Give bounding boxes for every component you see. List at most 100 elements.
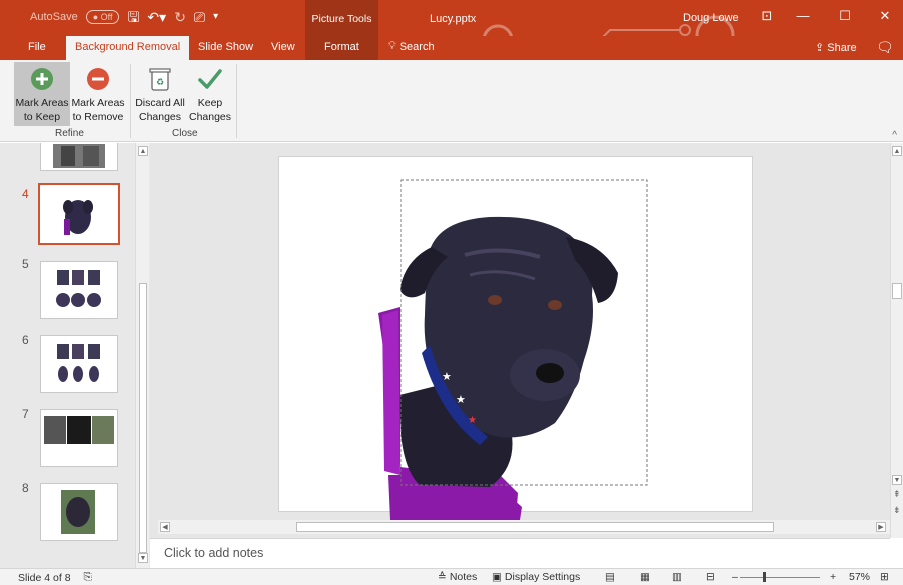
undo-icon[interactable]: ↶▾ bbox=[147, 10, 166, 24]
scroll-thumb[interactable] bbox=[296, 522, 774, 532]
mark-remove-line1: Mark Areas bbox=[71, 97, 125, 109]
scroll-thumb[interactable] bbox=[139, 283, 147, 553]
notes-pane[interactable]: Click to add notes bbox=[150, 538, 890, 568]
keep-line1: Keep bbox=[197, 97, 223, 109]
customize-toolbar-icon[interactable]: ▾ bbox=[213, 10, 218, 24]
slide-thumbnail-4[interactable] bbox=[38, 183, 120, 245]
previous-slide-icon[interactable]: ⇞ bbox=[893, 489, 901, 500]
notes-placeholder: Click to add notes bbox=[164, 546, 264, 560]
discard-line2: Changes bbox=[138, 111, 182, 123]
scroll-down-icon[interactable]: ▼ bbox=[892, 475, 902, 485]
slide-thumbnail-3[interactable] bbox=[40, 143, 118, 171]
next-slide-icon[interactable]: ⇟ bbox=[893, 505, 901, 516]
slide-number-5: 5 bbox=[22, 257, 29, 271]
scroll-down-icon[interactable]: ▼ bbox=[138, 553, 148, 563]
notes-label: Notes bbox=[449, 571, 478, 583]
slide-thumbnail-5[interactable] bbox=[40, 261, 118, 319]
slide-thumbnail-7[interactable] bbox=[40, 409, 118, 467]
start-from-beginning-icon[interactable]: ⎚ bbox=[194, 10, 205, 24]
ribbon-tabs: File Background Removal Slide Show View … bbox=[0, 36, 903, 60]
lightbulb-icon: 💡︎ bbox=[388, 40, 396, 52]
horizontal-scrollbar[interactable]: ◀ ▶ bbox=[158, 520, 890, 534]
scroll-up-icon[interactable]: ▲ bbox=[892, 146, 902, 156]
tab-view[interactable]: View bbox=[271, 41, 295, 53]
status-bar: Slide 4 of 8 ⎘ ≙ Notes ▣ Display Setting… bbox=[0, 568, 903, 585]
discard-all-changes-button[interactable]: ♻ Discard All Changes bbox=[134, 62, 186, 126]
reading-view-icon[interactable]: ▥ bbox=[672, 571, 682, 583]
autosave-toggle[interactable]: ● Off bbox=[85, 10, 120, 24]
slide-thumbnail-pane: 4 5 6 7 8 bbox=[0, 143, 150, 568]
tab-background-removal[interactable]: Background Removal bbox=[66, 36, 190, 60]
maximize-icon[interactable]: ☐ bbox=[830, 8, 860, 24]
slide-sorter-icon[interactable]: ▦ bbox=[640, 571, 650, 583]
normal-view-icon[interactable]: ▤ bbox=[605, 571, 615, 583]
zoom-slider-thumb[interactable] bbox=[763, 572, 766, 582]
mark-remove-line2: to Remove bbox=[72, 111, 124, 123]
recycle-bin-icon: ♻ bbox=[134, 62, 186, 96]
checkmark-icon bbox=[186, 62, 234, 96]
vertical-scrollbar[interactable]: ▲ ▼ ⇞ ⇟ bbox=[890, 143, 903, 538]
notes-button[interactable]: ≙ Notes bbox=[438, 571, 477, 583]
slide-thumbnail-8[interactable] bbox=[40, 483, 118, 541]
plus-icon bbox=[14, 62, 70, 96]
slide-thumbnail-6[interactable] bbox=[40, 335, 118, 393]
search-box[interactable]: 💡︎ Search bbox=[388, 40, 435, 53]
scroll-up-icon[interactable]: ▲ bbox=[138, 146, 148, 156]
tab-format[interactable]: Format bbox=[324, 41, 359, 53]
share-icon: ⇪ bbox=[815, 42, 825, 54]
close-icon[interactable]: ✕ bbox=[870, 8, 900, 24]
scroll-thumb[interactable] bbox=[892, 283, 902, 299]
comments-icon[interactable]: 🗨︎ bbox=[876, 39, 894, 56]
mark-keep-line1: Mark Areas bbox=[15, 97, 69, 109]
ribbon-display-options-icon[interactable]: ⊡ bbox=[752, 8, 782, 24]
slide-counter: Slide 4 of 8 bbox=[18, 571, 71, 584]
tab-slide-show[interactable]: Slide Show bbox=[198, 41, 253, 53]
scroll-left-icon[interactable]: ◀ bbox=[160, 522, 170, 532]
zoom-level[interactable]: 57% bbox=[849, 571, 870, 583]
svg-text:★: ★ bbox=[468, 415, 477, 426]
accessibility-icon[interactable]: ⎘ bbox=[84, 571, 92, 584]
scroll-right-icon[interactable]: ▶ bbox=[876, 522, 886, 532]
share-label: Share bbox=[827, 42, 857, 54]
title-bar: AutoSave ● Off 🖫 ↶▾ ↻ ⎚ ▾ Picture Tools … bbox=[0, 0, 903, 56]
slide-number-6: 6 bbox=[22, 333, 29, 347]
autosave-state: Off bbox=[100, 12, 113, 22]
keep-line2: Changes bbox=[188, 111, 232, 123]
display-settings-label: Display Settings bbox=[504, 571, 581, 583]
mark-keep-line2: to Keep bbox=[23, 111, 61, 123]
mark-areas-to-keep-button[interactable]: Mark Areas to Keep bbox=[14, 62, 70, 126]
zoom-in-button[interactable]: + bbox=[830, 571, 836, 583]
tab-file[interactable]: File bbox=[28, 41, 46, 53]
search-label: Search bbox=[399, 40, 435, 53]
discard-line1: Discard All bbox=[135, 97, 185, 109]
keep-changes-button[interactable]: Keep Changes bbox=[186, 62, 234, 126]
document-title: Lucy.pptx bbox=[430, 13, 477, 25]
slideshow-icon[interactable]: ⊟ bbox=[706, 571, 715, 583]
group-separator bbox=[236, 64, 237, 138]
zoom-slider[interactable] bbox=[740, 577, 820, 578]
svg-text:♻: ♻ bbox=[156, 78, 164, 88]
share-button[interactable]: ⇪ Share bbox=[815, 41, 857, 54]
picture-tools-label: Picture Tools bbox=[311, 13, 372, 25]
autosave-label: AutoSave bbox=[30, 11, 78, 23]
slide-number-4: 4 bbox=[22, 187, 29, 201]
svg-text:★: ★ bbox=[442, 370, 452, 383]
user-name[interactable]: Doug Lowe bbox=[683, 12, 739, 24]
save-icon[interactable]: 🖫 bbox=[127, 10, 139, 24]
slide-number-8: 8 bbox=[22, 481, 29, 495]
minimize-icon[interactable]: — bbox=[788, 8, 818, 23]
display-settings-button[interactable]: ▣ Display Settings bbox=[492, 571, 580, 583]
group-refine-label: Refine bbox=[55, 128, 84, 139]
collapse-ribbon-icon[interactable]: ^ bbox=[892, 130, 897, 141]
notes-icon: ≙ bbox=[438, 571, 447, 583]
redo-icon[interactable]: ↻ bbox=[174, 10, 186, 24]
thumbnail-scrollbar[interactable]: ▲ ▼ bbox=[135, 143, 149, 568]
slide-number-7: 7 bbox=[22, 407, 29, 421]
ribbon: Mark Areas to Keep Mark Areas to Remove … bbox=[0, 60, 903, 142]
fit-to-window-icon[interactable]: ⊞ bbox=[880, 571, 889, 583]
minus-icon bbox=[70, 62, 126, 96]
zoom-out-button[interactable]: – bbox=[732, 571, 738, 583]
mark-areas-to-remove-button[interactable]: Mark Areas to Remove bbox=[70, 62, 126, 126]
svg-text:★: ★ bbox=[456, 393, 466, 406]
dog-picture[interactable]: ★ ★ ★ bbox=[370, 175, 670, 525]
